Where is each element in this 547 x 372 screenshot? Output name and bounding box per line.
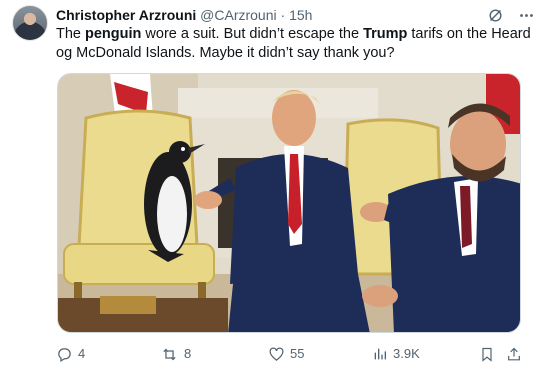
bookmark-button[interactable] — [479, 344, 495, 364]
share-button[interactable] — [506, 344, 522, 364]
like-icon — [268, 346, 285, 363]
like-button[interactable]: 55 — [268, 344, 304, 364]
repost-icon — [160, 346, 179, 363]
avatar[interactable] — [12, 5, 48, 41]
highlight-trump: Trump — [363, 26, 408, 42]
like-count: 55 — [290, 346, 305, 361]
header-actions — [487, 6, 535, 24]
views-button[interactable]: 3.9K — [372, 344, 420, 364]
author-handle[interactable]: @CArzrouni — [200, 7, 276, 23]
tweet[interactable]: Christopher Arzrouni @CArzrouni · 15h Th… — [0, 0, 547, 372]
photo-scene — [58, 74, 520, 332]
author-name[interactable]: Christopher Arzrouni — [56, 7, 196, 23]
tweet-photo[interactable] — [57, 73, 521, 333]
timestamp[interactable]: 15h — [289, 7, 312, 23]
more-icon[interactable] — [518, 7, 535, 24]
repost-count: 8 — [184, 346, 192, 361]
grok-icon[interactable] — [487, 7, 504, 24]
reply-icon — [56, 346, 73, 363]
separator: · — [280, 7, 286, 23]
share-icon — [506, 346, 522, 363]
bookmark-icon — [479, 346, 495, 363]
reply-count: 4 — [78, 346, 86, 361]
views-count: 3.9K — [393, 346, 420, 361]
repost-button[interactable]: 8 — [160, 344, 191, 364]
views-icon — [372, 346, 388, 362]
reply-button[interactable]: 4 — [56, 344, 85, 364]
tweet-actions: 4 8 55 3.9K — [56, 344, 522, 364]
tweet-header: Christopher Arzrouni @CArzrouni · 15h — [56, 6, 535, 24]
tweet-text: The penguin wore a suit. But didn’t esca… — [56, 26, 531, 61]
highlight-penguin: penguin — [85, 26, 142, 42]
